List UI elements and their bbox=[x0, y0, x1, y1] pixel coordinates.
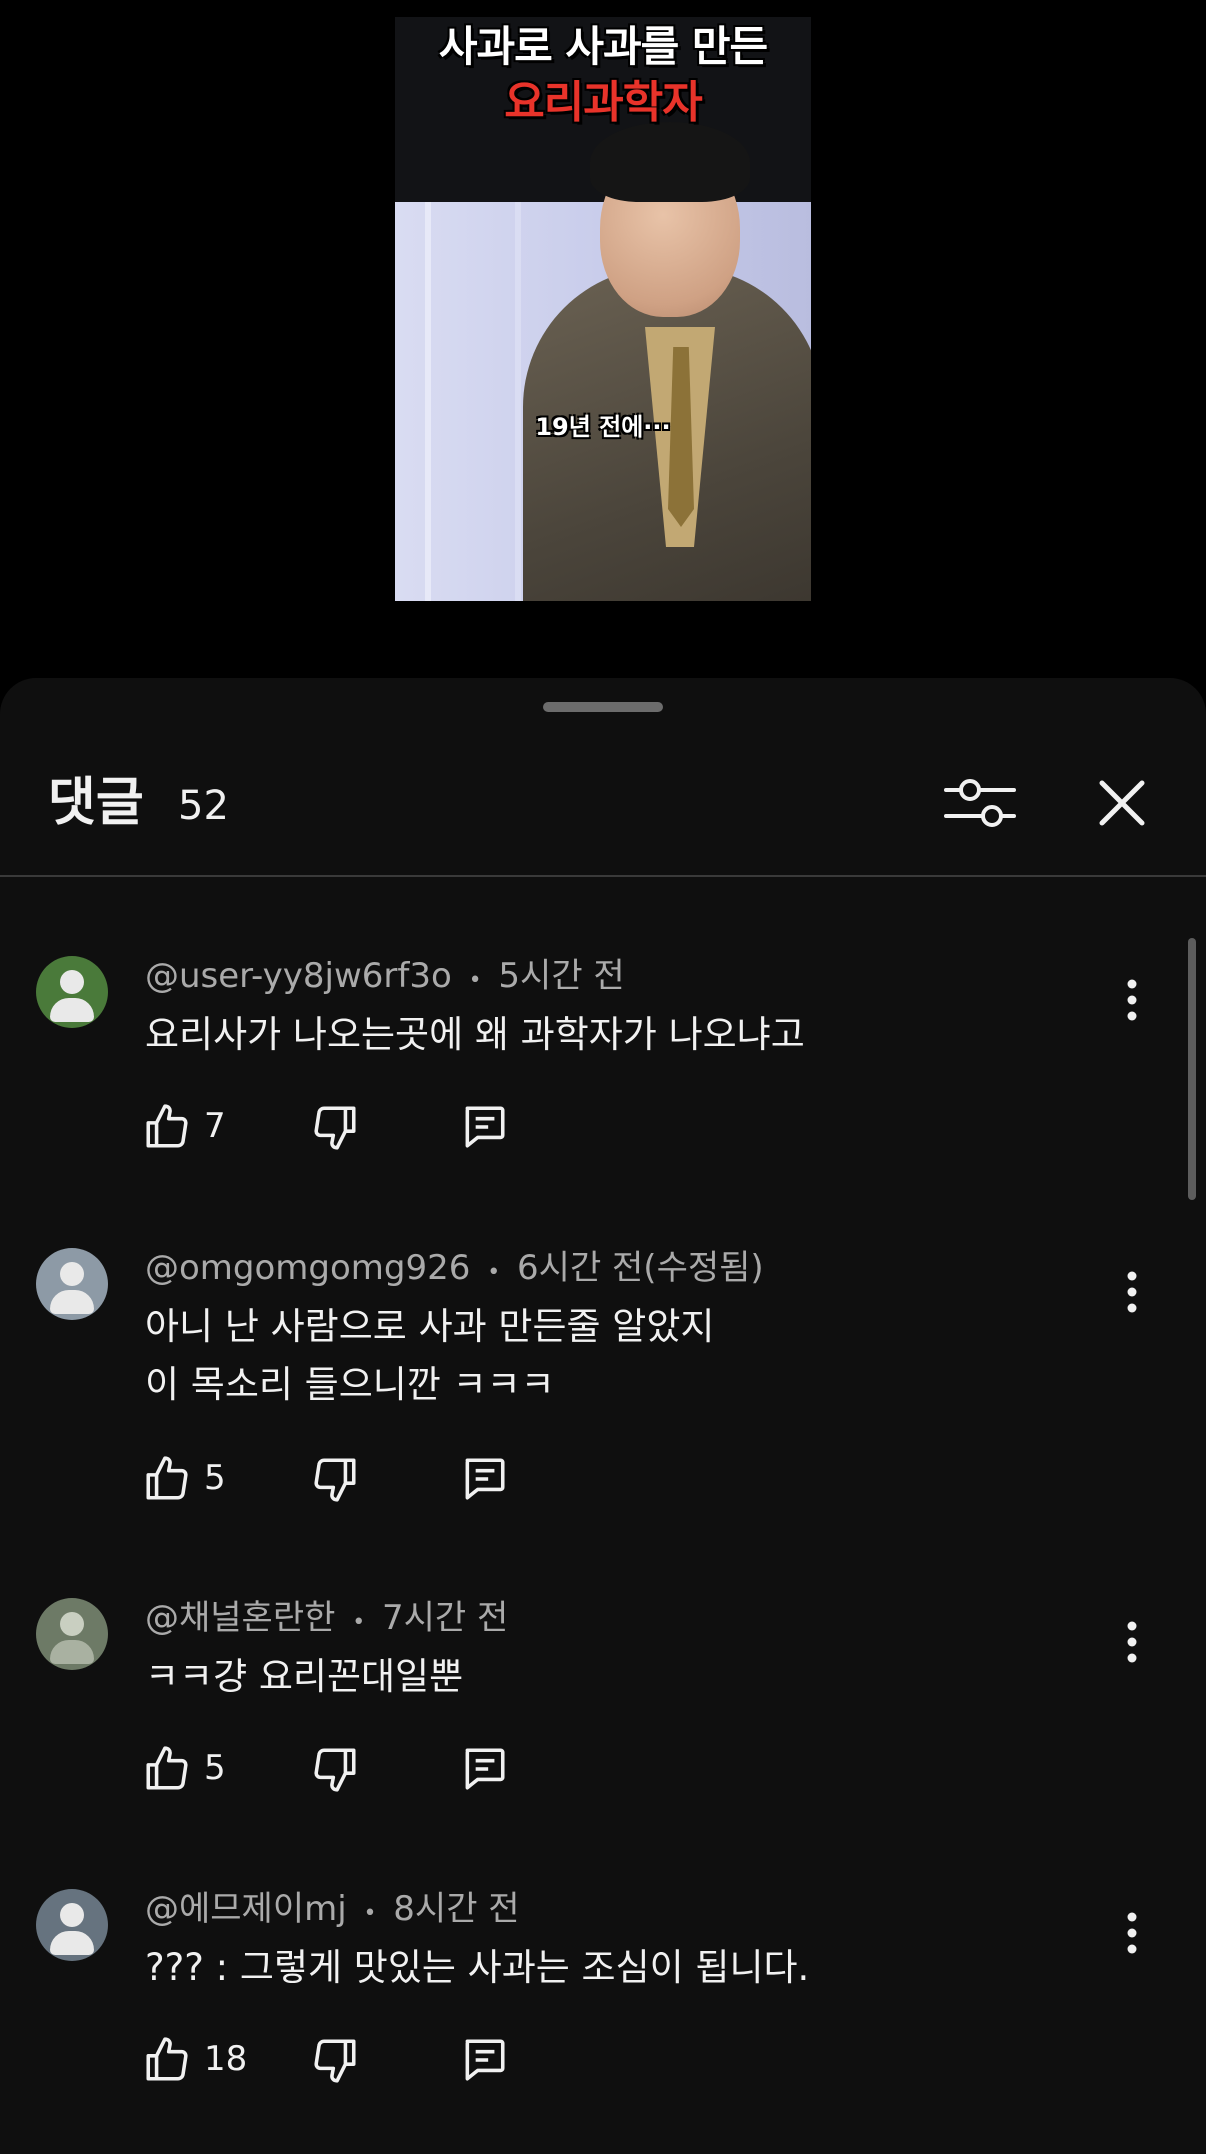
dislike-button[interactable] bbox=[310, 1096, 370, 1156]
reply-comment-icon bbox=[458, 1102, 510, 1152]
comment-author[interactable]: @채널혼란한 bbox=[145, 1598, 335, 1638]
header-divider bbox=[0, 875, 1206, 877]
avatar-head bbox=[60, 1612, 84, 1636]
like-button[interactable]: 5 bbox=[142, 1448, 252, 1508]
avatar-body bbox=[50, 998, 94, 1022]
more-options-button[interactable] bbox=[1112, 1903, 1152, 1963]
comment-item: @채널혼란한 • 7시간 전 ㅋㅋ걍 요리꼰대일뿐 5 bbox=[0, 1598, 1206, 1838]
comment-text: ㅋㅋ걍 요리꼰대일뿐 bbox=[145, 1655, 464, 1698]
more-options-button[interactable] bbox=[1112, 1262, 1152, 1322]
sort-filter-button[interactable] bbox=[942, 768, 1018, 838]
person-hair bbox=[590, 122, 750, 202]
more-options-button[interactable] bbox=[1112, 970, 1152, 1030]
like-button[interactable]: 18 bbox=[142, 2029, 252, 2089]
reply-button[interactable] bbox=[458, 1738, 518, 1798]
reply-comment-icon bbox=[458, 2035, 510, 2085]
like-button[interactable]: 5 bbox=[142, 1738, 252, 1798]
comment-meta: @omgomgomg926 • 6시간 전(수정됨) bbox=[145, 1248, 764, 1288]
avatar[interactable] bbox=[36, 1598, 108, 1670]
curtain-stripe bbox=[515, 202, 521, 601]
avatar-head bbox=[60, 970, 84, 994]
comment-meta: @에므제이mj • 8시간 전 bbox=[145, 1889, 520, 1929]
thumbs-up-icon bbox=[142, 1744, 192, 1794]
avatar-body bbox=[50, 1290, 94, 1314]
reply-button[interactable] bbox=[458, 2029, 518, 2089]
comment-time: 6시간 전(수정됨) bbox=[517, 1248, 764, 1288]
video-player[interactable]: 사과로 사과를 만든 요리과학자 19년 전에··· bbox=[0, 0, 1206, 680]
thumbs-up-icon bbox=[142, 1454, 192, 1504]
reply-comment-icon bbox=[458, 1454, 510, 1504]
reply-button[interactable] bbox=[458, 1096, 518, 1156]
comment-text: 요리사가 나오는곳에 왜 과학자가 나오냐고 bbox=[145, 1013, 805, 1056]
meta-separator: • bbox=[468, 968, 482, 993]
dislike-button[interactable] bbox=[310, 1448, 370, 1508]
sheet-title: 댓글 bbox=[48, 773, 144, 833]
meta-separator: • bbox=[363, 1901, 377, 1926]
comment-meta: @채널혼란한 • 7시간 전 bbox=[145, 1598, 508, 1638]
sheet-header: 댓글 52 bbox=[0, 768, 1206, 878]
comment-time: 7시간 전 bbox=[382, 1598, 509, 1638]
close-icon bbox=[1092, 768, 1152, 838]
thumbs-down-icon bbox=[310, 1744, 360, 1794]
comment-time: 5시간 전 bbox=[498, 956, 625, 996]
reply-button[interactable] bbox=[458, 1448, 518, 1508]
avatar[interactable] bbox=[36, 1248, 108, 1320]
thumbs-down-icon bbox=[310, 1102, 360, 1152]
comment-author[interactable]: @omgomgomg926 bbox=[145, 1248, 470, 1288]
comment-text: ??? : 그렇게 맛있는 사과는 조심이 됩니다. bbox=[145, 1946, 810, 1989]
avatar-body bbox=[50, 1640, 94, 1664]
like-count: 7 bbox=[204, 1106, 226, 1146]
comment-meta: @user-yy8jw6rf3o • 5시간 전 bbox=[145, 956, 625, 996]
comment-item: @omgomgomg926 • 6시간 전(수정됨) 아니 난 사람으로 사과 … bbox=[0, 1248, 1206, 1548]
drag-handle[interactable] bbox=[543, 702, 663, 712]
thumbs-up-icon bbox=[142, 2035, 192, 2085]
like-count: 5 bbox=[204, 1458, 226, 1498]
avatar-head bbox=[60, 1262, 84, 1286]
more-options-button[interactable] bbox=[1112, 1612, 1152, 1672]
like-count: 18 bbox=[204, 2039, 248, 2079]
meta-separator: • bbox=[487, 1260, 501, 1285]
more-vertical-icon bbox=[1112, 970, 1152, 1030]
comment-item: @에므제이mj • 8시간 전 ??? : 그렇게 맛있는 사과는 조심이 됩니… bbox=[0, 1889, 1206, 2129]
meta-separator: • bbox=[352, 1610, 366, 1635]
comment-author[interactable]: @에므제이mj bbox=[145, 1889, 347, 1929]
sliders-icon bbox=[942, 768, 1018, 838]
comment-count: 52 bbox=[178, 783, 229, 829]
video-frame[interactable]: 사과로 사과를 만든 요리과학자 19년 전에··· bbox=[395, 17, 811, 601]
curtain-stripe bbox=[425, 202, 431, 601]
video-title-overlay: 사과로 사과를 만든 bbox=[438, 22, 768, 71]
like-button[interactable]: 7 bbox=[142, 1096, 252, 1156]
dislike-button[interactable] bbox=[310, 1738, 370, 1798]
comment-time: 8시간 전 bbox=[393, 1889, 520, 1929]
close-button[interactable] bbox=[1092, 768, 1152, 838]
more-vertical-icon bbox=[1112, 1612, 1152, 1672]
comment-item: @user-yy8jw6rf3o • 5시간 전 요리사가 나오는곳에 왜 과학… bbox=[0, 956, 1206, 1196]
more-vertical-icon bbox=[1112, 1903, 1152, 1963]
like-count: 5 bbox=[204, 1748, 226, 1788]
comments-sheet: 댓글 52 @user-yy8jw6rf3o • 5시간 전 요리사가 나오는곳… bbox=[0, 678, 1206, 2154]
thumbs-down-icon bbox=[310, 1454, 360, 1504]
avatar[interactable] bbox=[36, 1889, 108, 1961]
thumbs-up-icon bbox=[142, 1102, 192, 1152]
comment-text: 아니 난 사람으로 사과 만든줄 알았지 이 목소리 들으니깐 ㅋㅋㅋ bbox=[145, 1305, 715, 1406]
reply-comment-icon bbox=[458, 1744, 510, 1794]
avatar-body bbox=[50, 1931, 94, 1955]
video-subtitle-overlay: 요리과학자 bbox=[504, 77, 702, 128]
avatar[interactable] bbox=[36, 956, 108, 1028]
more-vertical-icon bbox=[1112, 1262, 1152, 1322]
avatar-head bbox=[60, 1903, 84, 1927]
video-caption: 19년 전에··· bbox=[535, 413, 671, 441]
dislike-button[interactable] bbox=[310, 2029, 370, 2089]
thumbs-down-icon bbox=[310, 2035, 360, 2085]
comment-author[interactable]: @user-yy8jw6rf3o bbox=[145, 956, 452, 996]
